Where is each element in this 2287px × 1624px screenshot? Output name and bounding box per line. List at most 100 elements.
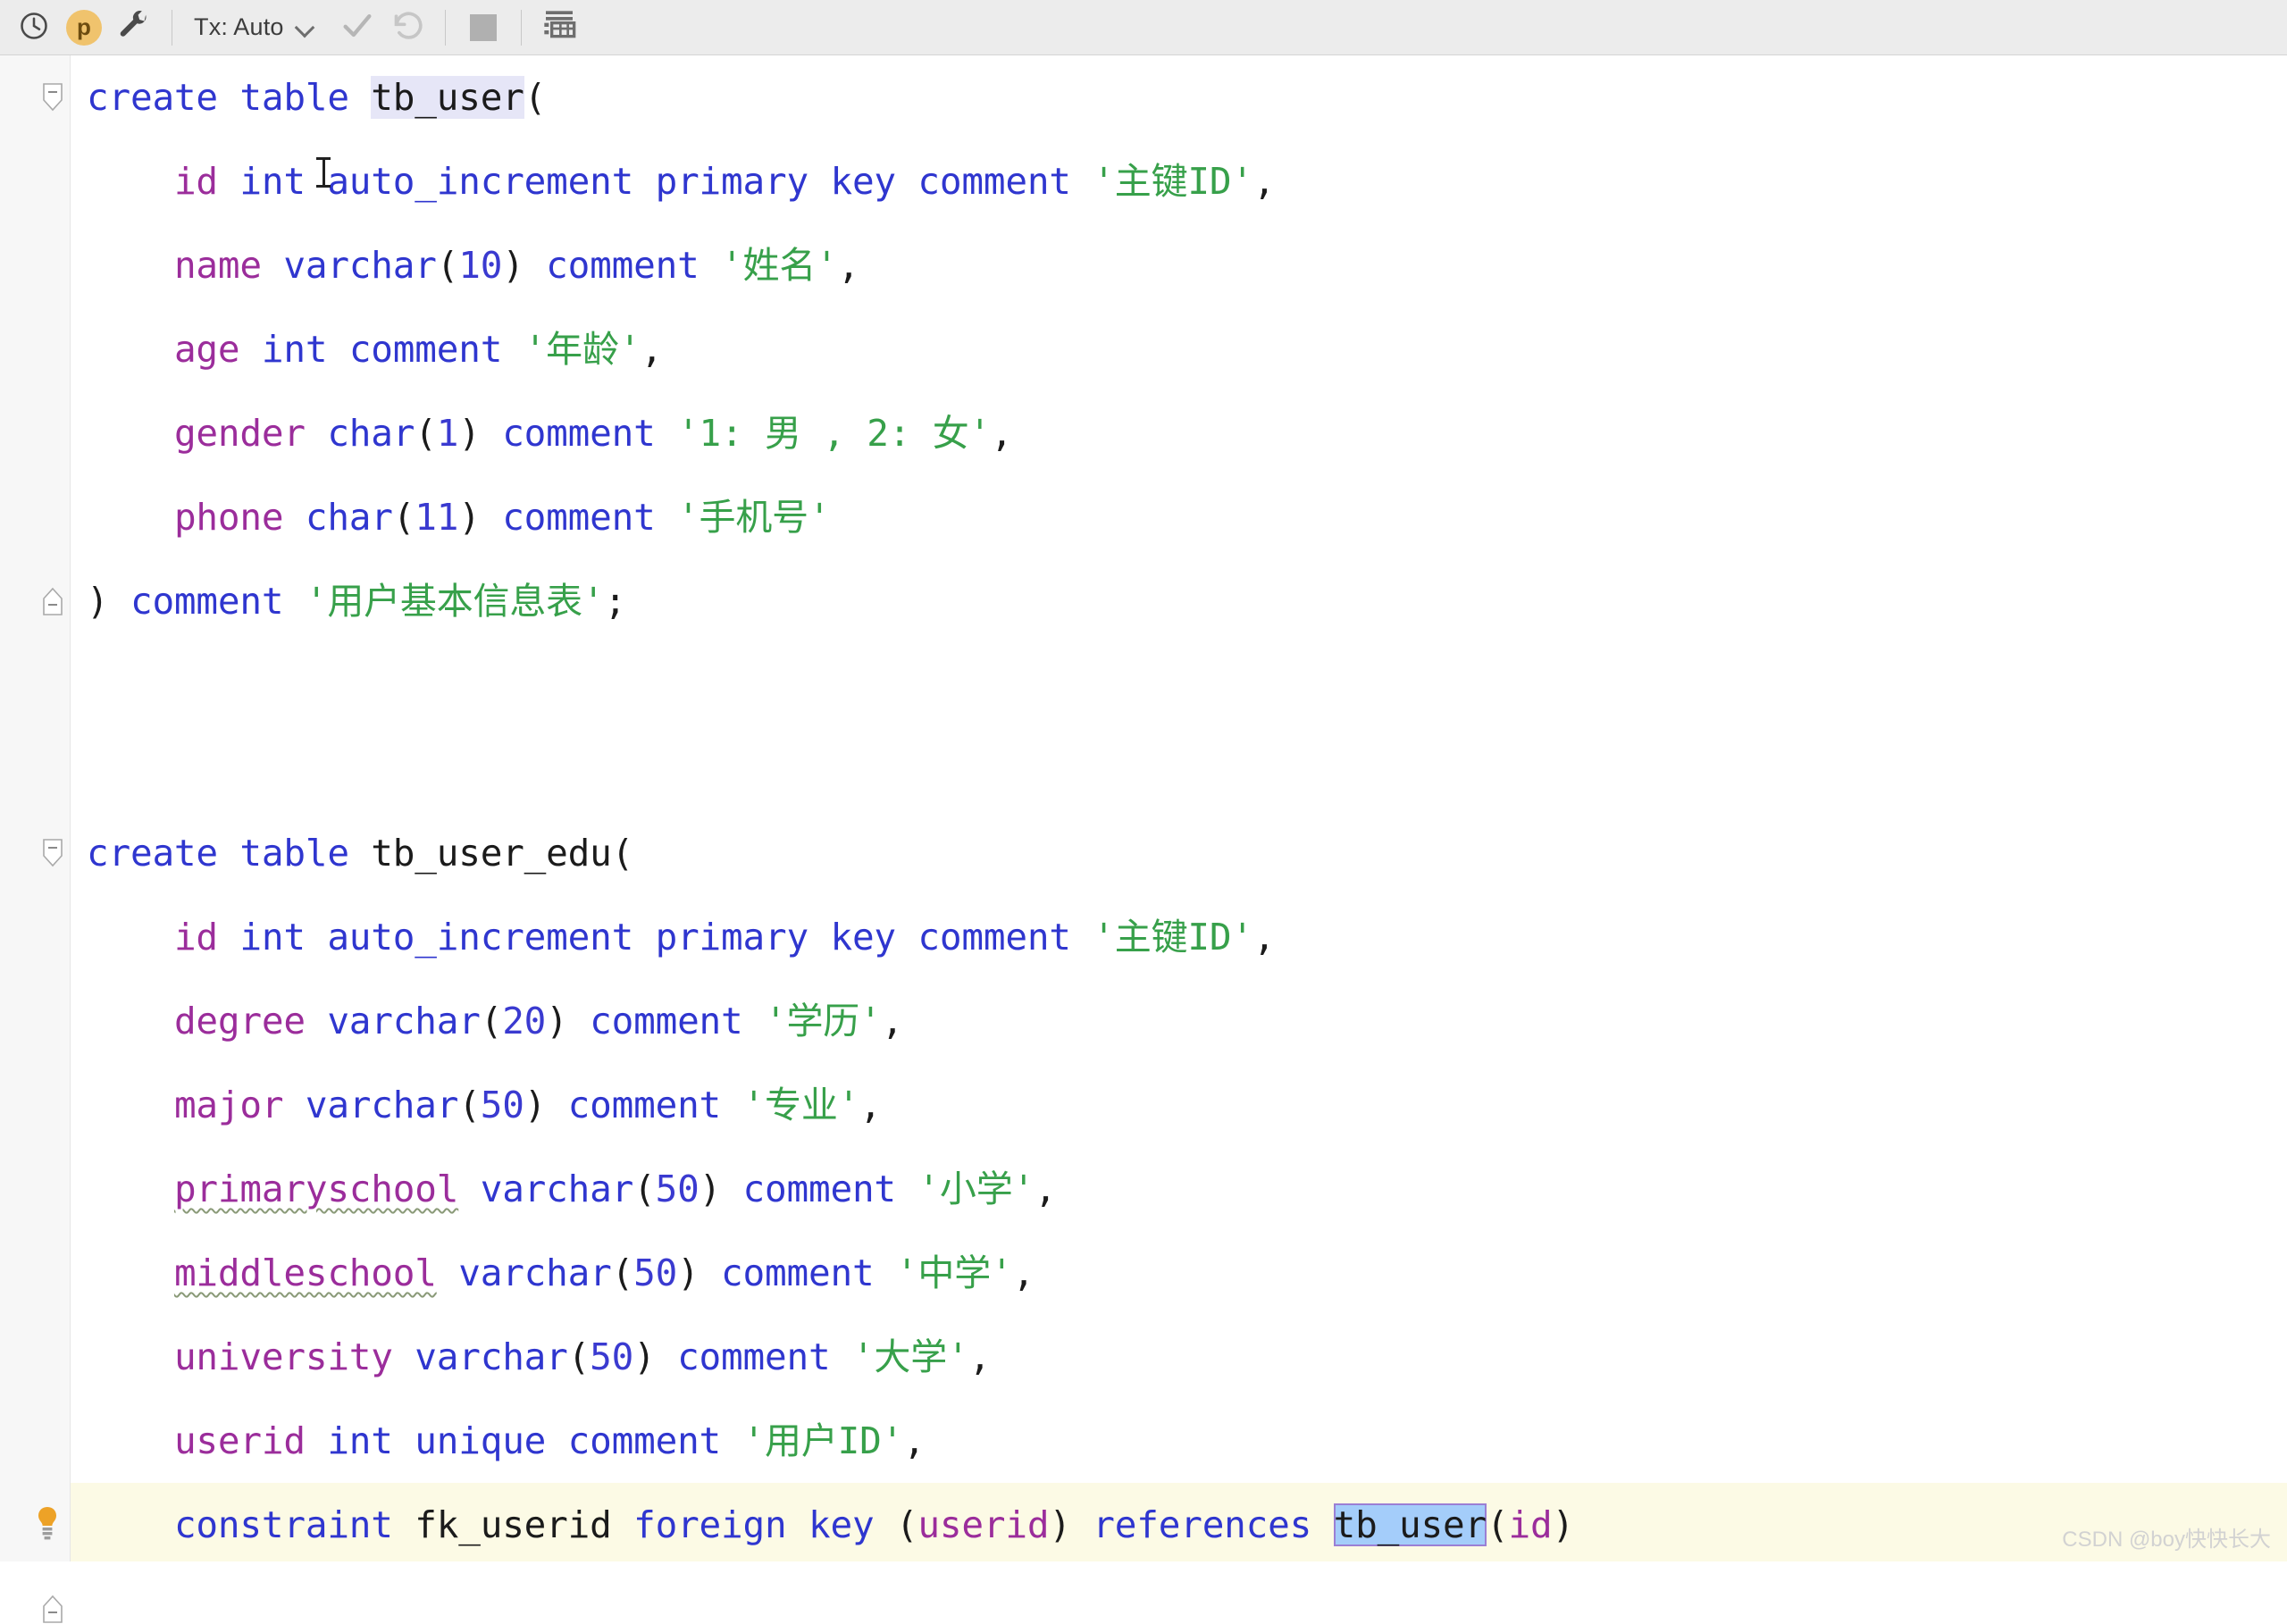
code-token: ) [87, 580, 109, 623]
wrench-icon [117, 9, 151, 46]
code-token: comment [721, 1251, 875, 1294]
history-icon [18, 10, 50, 46]
wrench-icon-button[interactable] [109, 3, 159, 53]
code-token: ) [458, 496, 481, 539]
code-token: create [87, 832, 218, 875]
table-grid-button[interactable] [534, 3, 584, 53]
code-token: varchar [458, 1251, 612, 1294]
code-token: comment [502, 412, 656, 455]
code-line[interactable]: university varchar(50) comment '大学', [71, 1315, 2287, 1399]
fold-close-icon[interactable] [41, 586, 64, 615]
code-token: major [173, 1084, 284, 1126]
fold-close-icon[interactable] [41, 1594, 64, 1623]
code-token: ) [699, 1168, 722, 1210]
code-token: , [859, 1084, 882, 1126]
code-token: ) [677, 1251, 700, 1294]
code-line[interactable]: phone char(11) comment '手机号' [71, 475, 2287, 559]
schema-badge-button[interactable]: p [59, 3, 109, 53]
code-token: 50 [633, 1251, 678, 1294]
code-token: gender [173, 412, 306, 455]
code-line[interactable] [71, 643, 2287, 727]
code-token: '主键ID' [1093, 916, 1253, 958]
editor-gutter[interactable] [0, 55, 71, 1623]
code-token: create [87, 76, 218, 119]
code-token: '手机号' [677, 496, 831, 539]
lightbulb-icon[interactable] [32, 1504, 63, 1544]
code-token: ( [611, 1251, 634, 1294]
code-token: , [1252, 160, 1276, 203]
code-line[interactable]: constraint fk_userid foreign key (userid… [71, 1483, 2287, 1561]
code-line[interactable]: userid int unique comment '用户ID', [71, 1399, 2287, 1483]
code-token: varchar [327, 1000, 481, 1042]
code-token: primary [655, 916, 809, 958]
code-token: phone [173, 496, 284, 539]
history-icon-button[interactable] [9, 3, 59, 53]
code-token: '姓名' [721, 244, 838, 287]
code-token: ( [611, 832, 634, 875]
code-token: key [830, 916, 896, 958]
code-line[interactable]: create table tb_user_edu( [71, 811, 2287, 895]
code-token: '大学' [851, 1335, 969, 1378]
code-line[interactable]: primaryschool varchar(50) comment '小学', [71, 1147, 2287, 1231]
stop-button[interactable] [458, 3, 508, 53]
code-line[interactable]: major varchar(50) comment '专业', [71, 1063, 2287, 1147]
code-token: ) [1552, 1503, 1574, 1546]
chevron-down-icon[interactable] [295, 16, 318, 39]
code-line[interactable]: create table tb_user( [71, 55, 2287, 139]
code-token: '学历' [765, 1000, 882, 1042]
code-token: ( [567, 1335, 591, 1378]
fold-open-icon[interactable] [41, 838, 64, 867]
code-token: comment [917, 160, 1071, 203]
code-line[interactable]: gender char(1) comment '1: 男 , 2: 女', [71, 391, 2287, 475]
code-token: ( [480, 1000, 503, 1042]
code-token: 11 [415, 496, 459, 539]
code-token: userid [173, 1419, 306, 1462]
rollback-button[interactable] [382, 3, 432, 53]
code-token: , [641, 328, 663, 371]
code-token: comment [567, 1419, 722, 1462]
code-line[interactable]: age int comment '年龄', [71, 307, 2287, 391]
code-token: unique [415, 1419, 547, 1462]
code-token: ( [392, 496, 415, 539]
commit-button[interactable] [332, 3, 382, 53]
code-token: 50 [590, 1335, 634, 1378]
code-token: varchar [415, 1335, 568, 1378]
code-token: ) [458, 412, 481, 455]
code-token: ( [436, 244, 459, 287]
code-token: , [991, 412, 1013, 455]
code-line[interactable]: degree varchar(20) comment '学历', [71, 979, 2287, 1063]
code-line[interactable]: middleschool varchar(50) comment '中学', [71, 1231, 2287, 1315]
code-token: table [239, 76, 349, 119]
fold-open-icon[interactable] [41, 82, 64, 112]
code-line[interactable]: id int auto_increment primary key commen… [71, 139, 2287, 223]
code-token: 1 [436, 412, 459, 455]
code-line[interactable]: name varchar(10) comment '姓名', [71, 223, 2287, 307]
code-line[interactable]: id int auto_increment primary key commen… [71, 895, 2287, 979]
code-area[interactable]: create table tb_user( id int auto_increm… [71, 55, 2287, 1561]
code-line[interactable] [71, 727, 2287, 811]
stop-icon [469, 13, 497, 41]
sql-editor[interactable]: create table tb_user( id int auto_increm… [0, 55, 2287, 1623]
code-token: comment [348, 328, 503, 371]
code-token: ) [502, 244, 524, 287]
code-line[interactable]: ) comment '用户基本信息表'; [71, 559, 2287, 643]
